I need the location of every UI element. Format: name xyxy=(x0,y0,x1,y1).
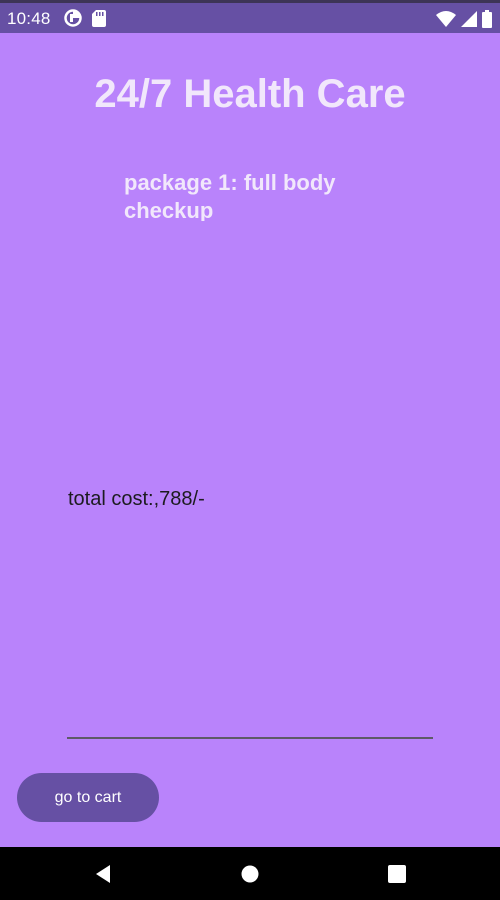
sd-card-icon xyxy=(92,9,106,27)
recents-icon[interactable] xyxy=(385,862,409,886)
go-to-cart-button[interactable]: go to cart xyxy=(17,773,159,822)
wifi-icon xyxy=(436,11,456,27)
cell-signal-icon xyxy=(461,11,477,27)
status-bar: 10:48 xyxy=(0,0,500,33)
battery-icon xyxy=(482,10,492,28)
navigation-bar xyxy=(0,847,500,900)
status-time: 10:48 xyxy=(7,9,51,28)
data-saver-icon xyxy=(64,9,82,27)
home-icon[interactable] xyxy=(238,862,262,886)
status-left-icons xyxy=(64,9,106,27)
status-right-icons xyxy=(436,10,492,28)
back-icon[interactable] xyxy=(91,862,115,886)
divider xyxy=(67,737,433,739)
app-title: 24/7 Health Care xyxy=(94,72,406,116)
package-title: package 1: full body checkup xyxy=(124,170,336,221)
total-cost-label: total cost:,788/- xyxy=(68,488,205,510)
